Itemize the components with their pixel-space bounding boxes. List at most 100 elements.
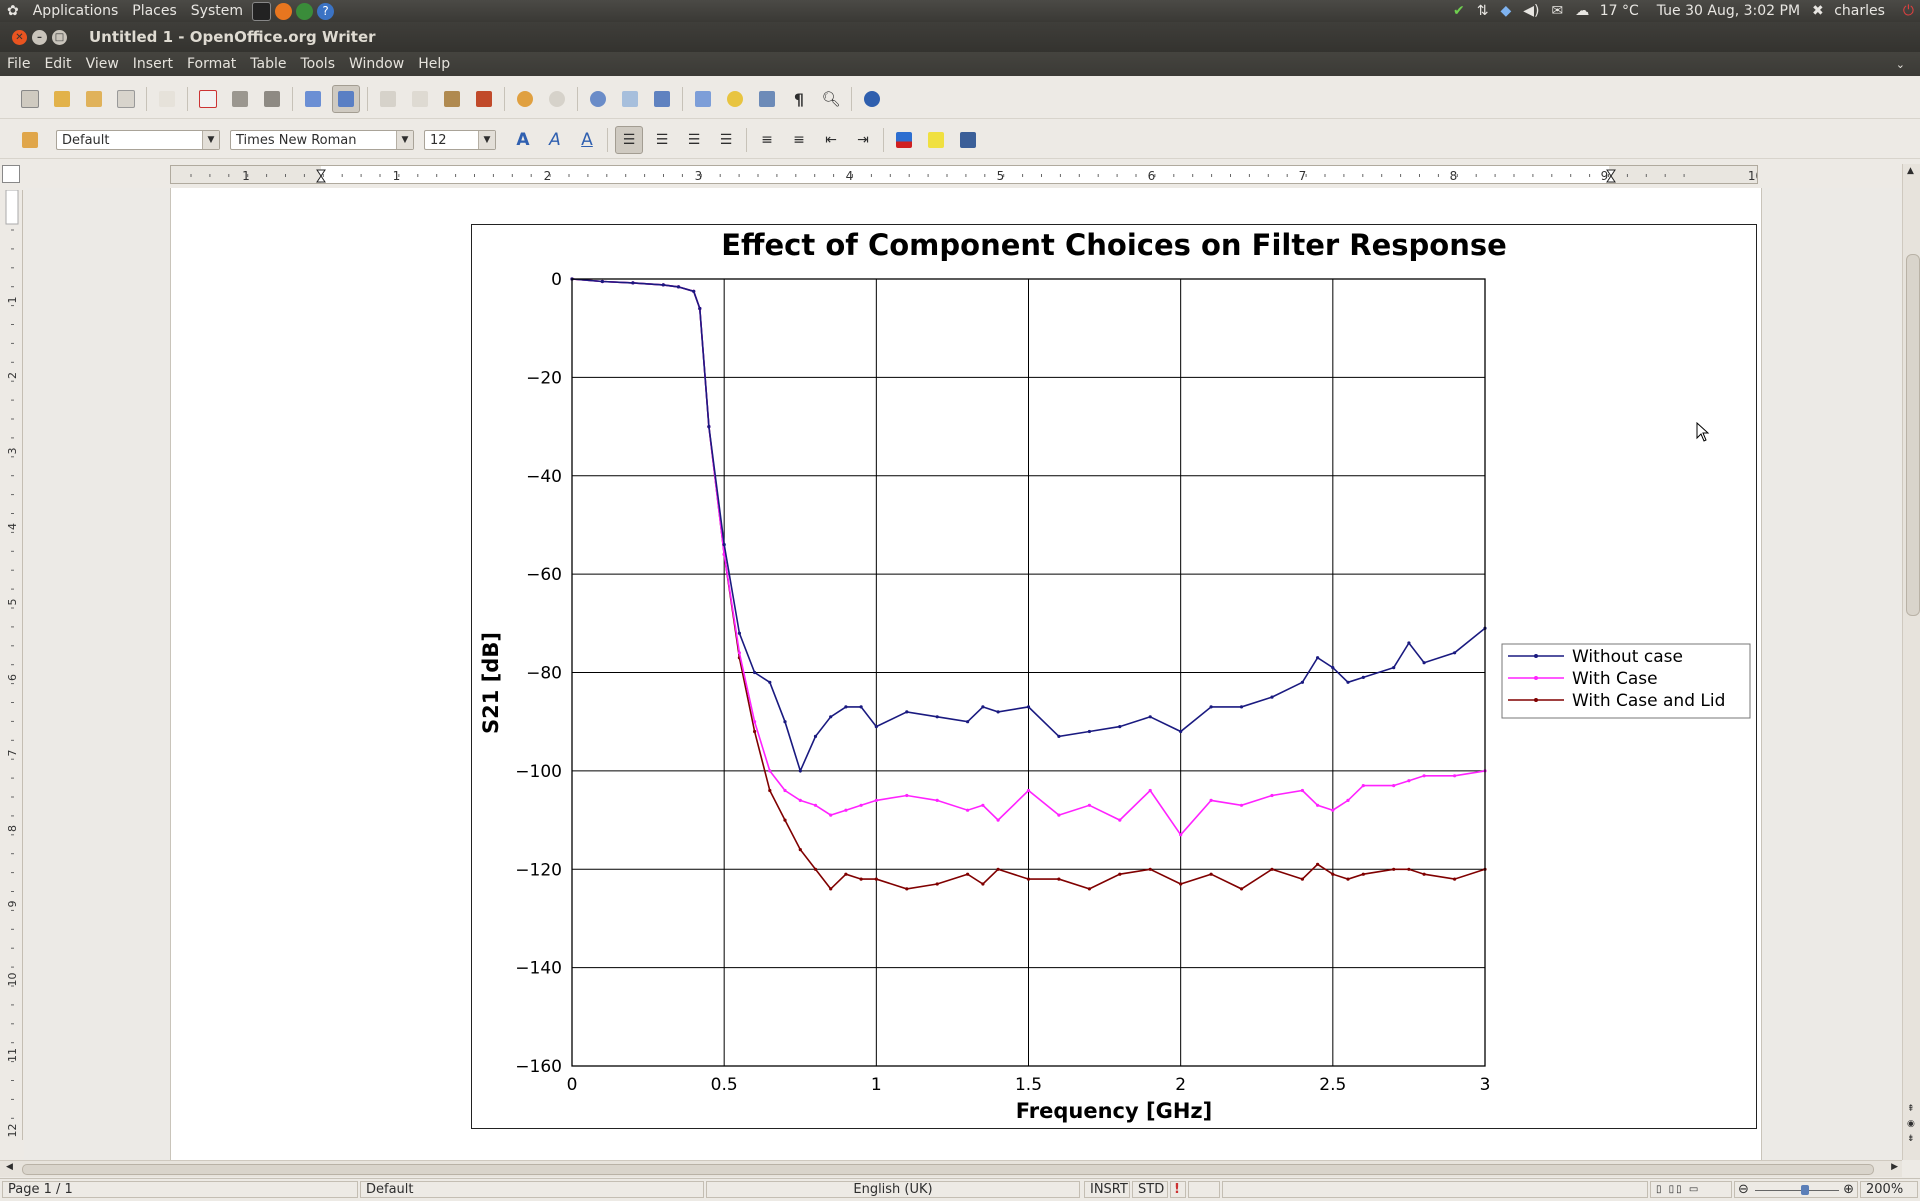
navigation-button[interactable]: ◉ xyxy=(1907,1119,1915,1129)
email-document-button[interactable] xyxy=(113,86,139,112)
gallery-button[interactable] xyxy=(754,86,780,112)
places-menu[interactable]: Places xyxy=(125,3,184,19)
horizontal-scroll-thumb[interactable] xyxy=(22,1164,1874,1175)
menu-tools[interactable]: Tools xyxy=(294,56,343,72)
chevron-down-icon[interactable]: ▼ xyxy=(202,131,219,149)
copy-button[interactable] xyxy=(407,86,433,112)
font-color-button[interactable] xyxy=(891,127,917,153)
align-right-button[interactable]: ☰ xyxy=(681,127,707,153)
underline-button[interactable]: A xyxy=(574,127,600,153)
bullets-button[interactable]: ≡ xyxy=(786,127,812,153)
navigator-button[interactable] xyxy=(722,86,748,112)
chrome-launcher-icon[interactable] xyxy=(296,2,313,20)
numbering-button[interactable]: ≡ xyxy=(754,127,780,153)
selection-mode-indicator[interactable]: STD xyxy=(1132,1181,1168,1198)
chart-object[interactable]: Effect of Component Choices on Filter Re… xyxy=(471,224,1757,1129)
document-modified-icon[interactable]: ! xyxy=(1170,1181,1186,1198)
language-indicator[interactable]: English (UK) xyxy=(706,1181,1080,1198)
open-button[interactable] xyxy=(49,86,75,112)
cut-button[interactable] xyxy=(375,86,401,112)
document-close-chevron-icon[interactable]: ⌄ xyxy=(1889,58,1912,71)
scroll-left-arrow[interactable]: ◀ xyxy=(6,1162,13,1172)
digital-signature-field[interactable] xyxy=(1188,1181,1220,1198)
background-color-button[interactable] xyxy=(955,127,981,153)
vertical-scroll-thumb[interactable] xyxy=(1906,254,1920,616)
print-button[interactable] xyxy=(227,86,253,112)
firefox-launcher-icon[interactable] xyxy=(275,2,292,20)
weather-indicator[interactable]: ☁ 17 °C xyxy=(1575,3,1645,19)
menu-insert[interactable]: Insert xyxy=(126,56,180,72)
menu-table[interactable]: Table xyxy=(243,56,293,72)
applications-menu[interactable]: Applications xyxy=(26,3,126,19)
paste-button[interactable] xyxy=(439,86,465,112)
edit-file-button[interactable] xyxy=(154,86,180,112)
close-window-button[interactable]: ✕ xyxy=(12,29,27,45)
update-indicator-icon[interactable]: ✔ xyxy=(1453,3,1465,19)
decrease-indent-button[interactable]: ⇤ xyxy=(818,127,844,153)
scroll-right-arrow[interactable]: ▶ xyxy=(1891,1162,1898,1172)
insert-mode-indicator[interactable]: INSRT xyxy=(1084,1181,1130,1198)
clock[interactable]: Tue 30 Aug, 3:02 PM xyxy=(1657,3,1800,19)
horizontal-ruler[interactable]: 1123456789101112131415161718 xyxy=(170,165,1758,184)
menu-help[interactable]: Help xyxy=(411,56,457,72)
formatting-marks-button[interactable]: ¶ xyxy=(786,86,812,112)
styles-formatting-button[interactable] xyxy=(17,127,43,153)
zoom-out-icon[interactable]: ⊖ xyxy=(1738,1182,1749,1197)
autospellcheck-toggle[interactable] xyxy=(332,85,360,113)
zoom-percentage[interactable]: 200% xyxy=(1860,1181,1918,1198)
help-launcher-icon[interactable]: ? xyxy=(317,2,334,20)
align-left-button[interactable]: ☰ xyxy=(615,126,643,154)
show-draw-functions-button[interactable] xyxy=(649,86,675,112)
document-area[interactable]: Effect of Component Choices on Filter Re… xyxy=(24,188,1904,1162)
vertical-scrollbar[interactable]: ▲ ⇞ ◉ ⇟ xyxy=(1902,164,1920,1160)
chevron-down-icon[interactable]: ▼ xyxy=(396,131,413,149)
align-center-button[interactable]: ☰ xyxy=(649,127,675,153)
menu-window[interactable]: Window xyxy=(342,56,411,72)
view-layout-buttons[interactable]: ▯ ▯▯ ▭ xyxy=(1650,1181,1732,1198)
increase-indent-button[interactable]: ⇥ xyxy=(850,127,876,153)
table-button[interactable] xyxy=(617,86,643,112)
network-indicator-icon[interactable]: ⇅ xyxy=(1477,3,1489,19)
page-indicator[interactable]: Page 1 / 1 xyxy=(2,1181,358,1198)
find-replace-button[interactable] xyxy=(690,86,716,112)
hyperlink-button[interactable] xyxy=(585,86,611,112)
clone-formatting-button[interactable] xyxy=(471,86,497,112)
menu-edit[interactable]: Edit xyxy=(37,56,78,72)
zoom-slider-knob[interactable] xyxy=(1801,1185,1809,1195)
zoom-in-icon[interactable]: ⊕ xyxy=(1843,1182,1854,1197)
spellcheck-button[interactable] xyxy=(300,86,326,112)
italic-button[interactable]: A xyxy=(542,127,568,153)
redo-button[interactable] xyxy=(544,86,570,112)
next-page-button[interactable]: ⇟ xyxy=(1907,1134,1915,1144)
window-titlebar[interactable]: ✕ – □ Untitled 1 - OpenOffice.org Writer xyxy=(0,22,1920,52)
terminal-launcher-icon[interactable] xyxy=(252,1,271,21)
vertical-ruler[interactable]: 123456789101112 xyxy=(2,190,23,1140)
horizontal-scrollbar[interactable]: ◀ ▶ xyxy=(0,1160,1902,1177)
page-style-indicator[interactable]: Default xyxy=(360,1181,704,1198)
menu-format[interactable]: Format xyxy=(180,56,243,72)
document-page[interactable]: Effect of Component Choices on Filter Re… xyxy=(170,188,1762,1162)
help-button[interactable] xyxy=(859,86,885,112)
previous-page-button[interactable]: ⇞ xyxy=(1907,1104,1915,1114)
minimize-window-button[interactable]: – xyxy=(32,29,47,45)
chevron-down-icon[interactable]: ▼ xyxy=(478,131,495,149)
dropbox-icon[interactable]: ◆ xyxy=(1501,3,1512,19)
tab-stop-type-button[interactable] xyxy=(2,165,20,183)
save-button[interactable] xyxy=(81,86,107,112)
zoom-slider[interactable]: ⊖ ⊕ xyxy=(1734,1181,1858,1198)
new-document-button[interactable] xyxy=(17,86,43,112)
justify-button[interactable]: ☰ xyxy=(713,127,739,153)
maximize-window-button[interactable]: □ xyxy=(52,29,67,45)
menu-view[interactable]: View xyxy=(79,56,126,72)
scroll-up-arrow[interactable]: ▲ xyxy=(1907,166,1914,176)
volume-icon[interactable]: ◀) xyxy=(1523,3,1539,19)
menu-file[interactable]: File xyxy=(0,56,37,72)
user-menu[interactable]: ✖ charles xyxy=(1812,3,1891,19)
print-preview-button[interactable] xyxy=(259,86,285,112)
font-size-combo[interactable]: 12 ▼ xyxy=(424,130,496,150)
undo-button[interactable] xyxy=(512,86,538,112)
paragraph-style-combo[interactable]: Default ▼ xyxy=(56,130,220,150)
font-name-combo[interactable]: Times New Roman ▼ xyxy=(230,130,414,150)
highlighting-button[interactable] xyxy=(923,127,949,153)
bold-button[interactable]: A xyxy=(510,127,536,153)
